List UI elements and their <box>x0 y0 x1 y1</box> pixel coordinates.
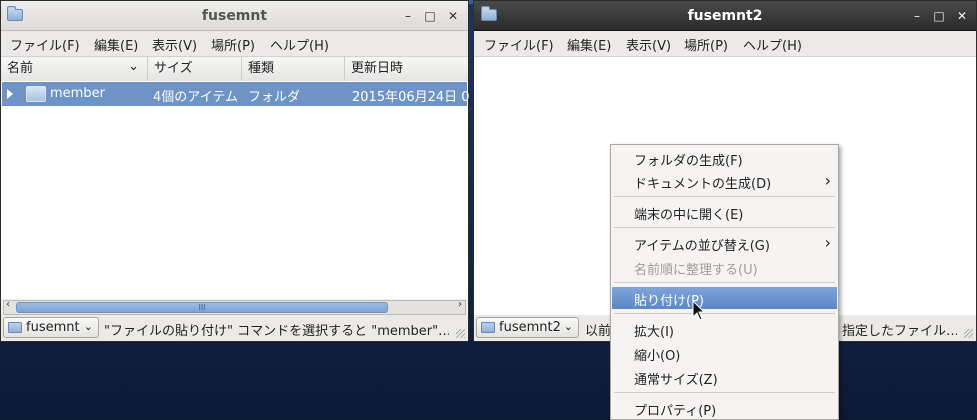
menu-view[interactable]: 表示(V) <box>152 35 197 54</box>
menu-view[interactable]: 表示(V) <box>626 35 671 54</box>
location-combo[interactable]: fusemnt ⌄ <box>3 317 99 338</box>
menu-item-zoom-out[interactable]: 縮小(O) <box>612 342 837 364</box>
title-bar[interactable]: fusemnt – □ ✕ <box>1 1 468 31</box>
location-label: fusemnt <box>26 320 80 335</box>
context-menu[interactable]: フォルダの生成(F) ドキュメントの生成(D) › 端末の中に開く(E) アイテ… <box>610 144 839 420</box>
menu-item-open-terminal[interactable]: 端末の中に開く(E) <box>612 201 837 223</box>
menu-item-properties[interactable]: プロパティ(P) <box>612 397 837 419</box>
chevron-down-icon: ⌄ <box>83 320 93 333</box>
menu-separator <box>614 313 835 314</box>
column-type[interactable]: 種類 <box>242 57 345 81</box>
menu-separator <box>614 196 835 197</box>
expander-triangle-icon[interactable] <box>7 89 13 99</box>
menu-item-organize-by-name: 名前順に整理する(U) <box>634 263 758 278</box>
scroll-right-arrow-icon[interactable]: › <box>458 299 462 310</box>
column-header: 名前 ⌄ サイズ 種類 更新日時 <box>1 57 468 82</box>
location-combo[interactable]: fusemnt2 ⌄ <box>476 317 579 338</box>
menu-item-paste[interactable]: 貼り付け(P) <box>612 287 837 309</box>
folder-icon <box>26 86 46 102</box>
menu-bar: ファイル(F) 編集(E) 表示(V) 場所(P) ヘルプ(H) <box>1 31 468 57</box>
menu-item-create-folder[interactable]: フォルダの生成(F) <box>612 147 837 169</box>
table-row[interactable]: member 4個のアイテム フォルダ 2015年06月24日 0 <box>2 82 470 106</box>
window-title: fusemnt2 <box>687 8 763 24</box>
folder-icon <box>481 322 495 333</box>
menu-item-arrange-items[interactable]: アイテムの並び替え(G) › <box>612 232 837 254</box>
menu-separator <box>614 227 835 228</box>
submenu-arrow-icon: › <box>824 171 831 190</box>
menu-places[interactable]: 場所(P) <box>684 35 728 54</box>
folder-icon <box>8 322 22 333</box>
menu-places[interactable]: 場所(P) <box>211 35 255 54</box>
row-modified: 2015年06月24日 0 <box>352 90 470 105</box>
menu-edit[interactable]: 編集(E) <box>567 35 611 54</box>
file-list[interactable]: member 4個のアイテム フォルダ 2015年06月24日 0 <box>1 81 470 299</box>
menu-edit[interactable]: 編集(E) <box>94 35 138 54</box>
maximize-button[interactable]: □ <box>930 7 948 25</box>
column-name-label: 名前 <box>7 61 34 76</box>
resize-grip[interactable] <box>964 329 973 338</box>
scroll-left-arrow-icon[interactable]: ‹ <box>6 299 10 310</box>
sort-chevron-icon: ⌄ <box>128 59 139 74</box>
menu-separator <box>614 282 835 283</box>
status-message: "ファイルの貼り付け" コマンドを選択すると "member"… <box>104 324 449 339</box>
menu-help[interactable]: ヘルプ(H) <box>270 35 329 54</box>
menu-help[interactable]: ヘルプ(H) <box>743 35 802 54</box>
status-message-end: 指定したファイル… <box>842 324 957 339</box>
column-size[interactable]: サイズ <box>148 57 242 81</box>
row-type: フォルダ <box>248 90 301 105</box>
resize-grip[interactable] <box>456 329 465 338</box>
menu-item-normal-size[interactable]: 通常サイズ(Z) <box>612 366 837 388</box>
scrollbar-thumb[interactable]: III <box>16 302 388 313</box>
window-title: fusemnt <box>201 8 268 24</box>
file-manager-window-fusemnt[interactable]: fusemnt – □ ✕ ファイル(F) 編集(E) 表示(V) 場所(P) … <box>0 0 470 342</box>
chevron-down-icon: ⌄ <box>563 320 573 333</box>
row-size: 4個のアイテム <box>153 90 238 105</box>
menu-file[interactable]: ファイル(F) <box>484 35 554 54</box>
mouse-pointer-icon <box>692 300 706 321</box>
menu-separator <box>614 392 835 393</box>
location-label: fusemnt2 <box>499 320 561 335</box>
menu-file[interactable]: ファイル(F) <box>10 35 80 54</box>
close-button[interactable]: ✕ <box>444 7 462 25</box>
menu-item-create-document[interactable]: ドキュメントの生成(D) › <box>612 170 837 192</box>
menu-bar: ファイル(F) 編集(E) 表示(V) 場所(P) ヘルプ(H) <box>474 31 976 57</box>
column-name[interactable]: 名前 ⌄ <box>1 57 148 81</box>
submenu-arrow-icon: › <box>824 233 831 252</box>
row-name: member <box>50 86 105 101</box>
close-button[interactable]: ✕ <box>953 7 971 25</box>
minimize-button[interactable]: – <box>399 7 417 25</box>
maximize-button[interactable]: □ <box>421 7 439 25</box>
title-bar[interactable]: fusemnt2 – □ ✕ <box>474 1 976 31</box>
menu-item-zoom-in[interactable]: 拡大(I) <box>612 318 837 340</box>
minimize-button[interactable]: – <box>908 7 926 25</box>
horizontal-scrollbar[interactable]: ‹ III › <box>3 299 466 315</box>
column-modified[interactable]: 更新日時 <box>345 57 470 81</box>
status-bar: fusemnt ⌄ "ファイルの貼り付け" コマンドを選択すると "member… <box>1 315 468 341</box>
